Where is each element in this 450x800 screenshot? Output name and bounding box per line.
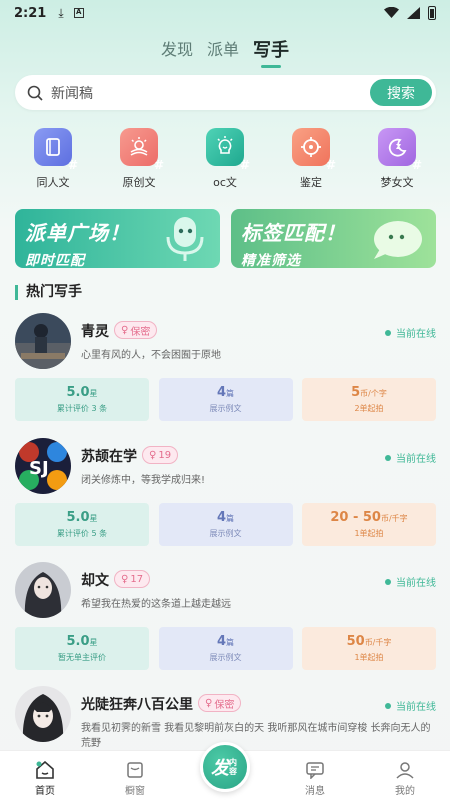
signal-icon [407, 7, 420, 19]
writer-bio: 闭关修炼中，等我学成归来! [81, 475, 206, 486]
online-dot [385, 702, 391, 709]
book-icon [34, 128, 78, 172]
nav-home[interactable]: 首页 [15, 761, 75, 797]
showcase-icon [127, 762, 143, 778]
gender-icon: ♀ [205, 697, 213, 709]
message-icon [306, 762, 324, 779]
category-original[interactable]: 原创文 [104, 128, 174, 190]
nav-showcase[interactable]: 橱窗 [105, 761, 165, 797]
writer-name: 苏颉在学 [81, 449, 137, 465]
dispatch-plaza-banner[interactable]: 派单广场！ 即时匹配 [15, 209, 220, 268]
lightbulb-icon [120, 128, 164, 172]
tab-writers[interactable]: 写手 [253, 36, 289, 68]
price-stat: 20 - 50币/千字 1单起拍 [302, 503, 436, 546]
writer-name: 却文 [81, 573, 109, 589]
status-bar: 2:21 ⤓ A [0, 0, 450, 26]
search-button[interactable]: 搜索 [370, 79, 432, 106]
writer-bio: 我看见初霁的新雪 我看见黎明前灰白的天 我听那风在城市间穿梭 长奔向无人的荒野 [81, 723, 431, 749]
online-dot [385, 578, 391, 585]
writer-stats: 5.0星 累计评价 5 条 4篇 展示例文 20 - 50币/千字 1单起拍 [15, 503, 436, 546]
works-stat: 4篇 展示例文 [158, 627, 293, 670]
works-stat: 4篇 展示例文 [158, 503, 293, 546]
tag-match-banner[interactable]: 标签匹配！ 精准筛选 [231, 209, 436, 268]
category-oc[interactable]: oc文 [190, 128, 260, 190]
writer-name: 光陡狂奔八百公里 [81, 697, 193, 713]
rating-stat: 5.0星 累计评价 5 条 [15, 503, 149, 546]
search-icon [27, 85, 43, 101]
writer-card[interactable]: 青灵 ♀ 保密 心里有风的人，不会困囿于原地 当前在线 5.0星 累计评价 3 条… [0, 310, 450, 434]
gender-icon: ♀ [121, 324, 129, 336]
rating-stat: 5.0星 累计评价 3 条 [15, 378, 149, 421]
banner-row: 派单广场！ 即时匹配 标签匹配！ 精准筛选 [15, 209, 436, 268]
status-time: 2:21 [14, 5, 47, 21]
price-stat: 5币/个字 2单起拍 [302, 378, 436, 421]
rating-stat: 5.0星 暂无单主评价 [15, 627, 149, 670]
profile-icon [396, 762, 414, 779]
microphone-mascot-icon [166, 217, 204, 261]
online-dot [385, 329, 391, 336]
download-icon: ⤓ [58, 5, 64, 20]
writer-name: 青灵 [81, 324, 109, 340]
nav-profile[interactable]: 我的 [375, 761, 435, 797]
category-fanfic[interactable]: 同人文 [18, 128, 88, 190]
gender-age-badge: ♀ 保密 [198, 694, 242, 712]
writer-card[interactable]: 却文 ♀ 17 希望我在热爱的这条道上越走越远 当前在线 5.0星 暂无单主评价 … [0, 559, 450, 683]
tab-dispatch[interactable]: 派单 [207, 36, 239, 62]
gender-icon: ♀ [121, 573, 129, 585]
gender-age-badge: ♀ 17 [114, 570, 151, 588]
online-dot [385, 454, 391, 461]
moon-icon: Z [378, 128, 422, 172]
writer-stats: 5.0星 累计评价 3 条 4篇 展示例文 5币/个字 2单起拍 [15, 378, 436, 421]
category-dream[interactable]: Z 梦女文 [362, 128, 432, 190]
notification-a-icon: A [73, 8, 84, 18]
home-icon [36, 761, 54, 779]
chat-bubble-mascot-icon [374, 221, 422, 259]
writer-stats: 5.0星 暂无单主评价 4篇 展示例文 50币/千字 1单起拍 [15, 627, 436, 670]
avatar[interactable] [15, 686, 71, 742]
tab-discover[interactable]: 发现 [161, 36, 193, 62]
avatar[interactable]: SJ [15, 438, 71, 494]
online-status: 当前在线 [385, 574, 436, 589]
gender-age-badge: ♀ 19 [142, 446, 179, 464]
publish-button[interactable]: 发内容 [200, 742, 250, 792]
price-stat: 50币/千字 1单起拍 [302, 627, 436, 670]
svg-text:Z: Z [396, 143, 401, 151]
search-bar[interactable]: 新闻稿 搜索 [15, 75, 436, 110]
avatar[interactable] [15, 562, 71, 618]
gender-icon: ♀ [149, 449, 157, 461]
search-input[interactable]: 新闻稿 [51, 83, 370, 103]
crosshair-icon [292, 128, 336, 172]
svg-text:SJ: SJ [29, 458, 49, 479]
category-row: 同人文 原创文 oc文 鉴定 Z 梦女文 [0, 128, 450, 190]
writer-bio: 心里有风的人，不会困囿于原地 [81, 350, 221, 361]
avatar[interactable] [15, 313, 71, 369]
section-title-hot-writers: 热门写手 [15, 285, 82, 300]
online-status: 当前在线 [385, 325, 436, 340]
writer-card[interactable]: SJ 苏颉在学 ♀ 19 闭关修炼中，等我学成归来! 当前在线 5.0星 累计评价… [0, 435, 450, 559]
writer-bio: 希望我在热爱的这条道上越走越远 [81, 599, 231, 610]
category-appraisal[interactable]: 鉴定 [276, 128, 346, 190]
top-tabs: 发现 派单 写手 [0, 36, 450, 68]
gender-age-badge: ♀ 保密 [114, 321, 158, 339]
battery-icon [428, 6, 436, 20]
idea-person-icon [206, 128, 250, 172]
works-stat: 4篇 展示例文 [158, 378, 293, 421]
nav-messages[interactable]: 消息 [285, 761, 345, 797]
online-status: 当前在线 [385, 450, 436, 465]
wifi-icon [384, 7, 399, 18]
online-status: 当前在线 [385, 698, 436, 713]
